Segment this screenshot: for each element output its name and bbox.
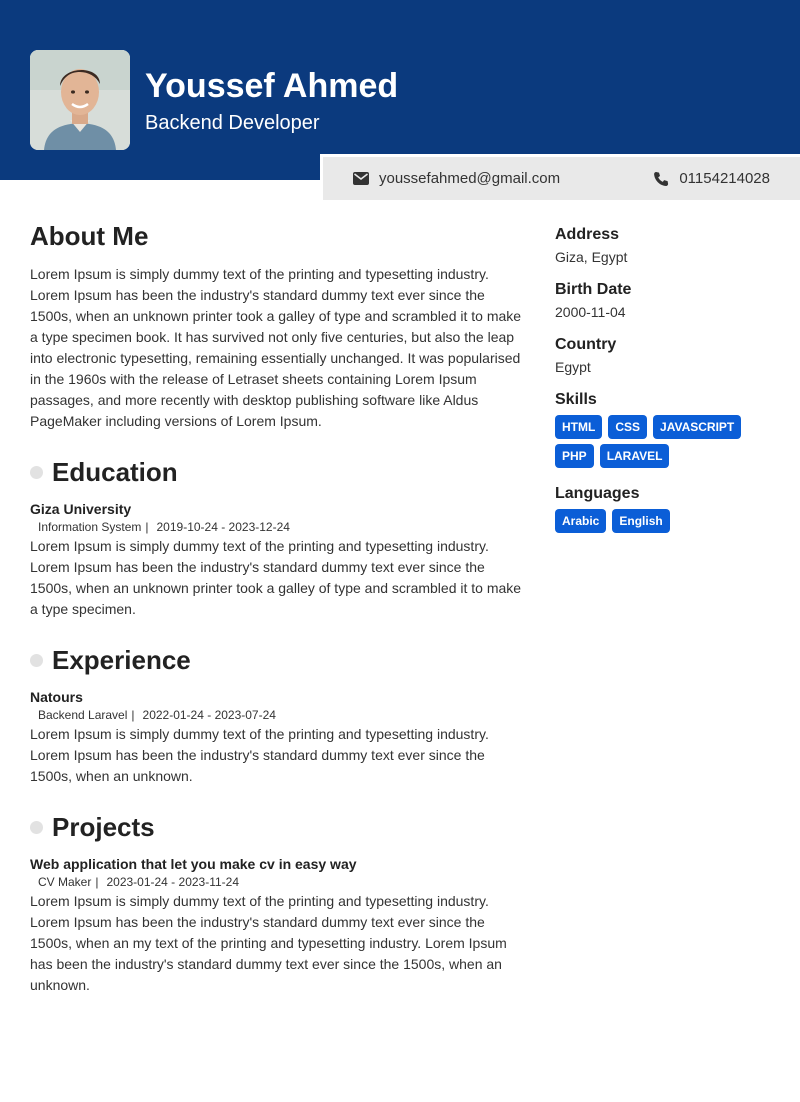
sidebar: Address Giza, Egypt Birth Date 2000-11-0… (555, 225, 775, 538)
contact-email[interactable]: youssefahmed@gmail.com (353, 157, 560, 200)
contact-phone[interactable]: 01154214028 (653, 157, 770, 200)
envelope-icon (353, 172, 369, 185)
bullet-dot-icon (30, 820, 43, 834)
bullet-dot-icon (30, 465, 43, 479)
skill-tag: PHP (555, 444, 594, 468)
project-meta: CV Maker | 2023-01-24 - 2023-11-24 (38, 875, 240, 889)
education-sub: Information System (38, 520, 142, 534)
experience-dates: 2022-01-24 - 2023-07-24 (142, 708, 276, 722)
experience-text: Lorem Ipsum is simply dummy text of the … (30, 726, 489, 784)
skill-tag: CSS (608, 415, 648, 439)
skills-label: Skills (555, 391, 597, 408)
skills-tags: HTML CSS JAVASCRIPT PHP LARAVEL (555, 415, 775, 473)
about-text: Lorem Ipsum is simply dummy text of the … (30, 266, 522, 429)
education-header: Education (30, 457, 525, 487)
profile-role: Backend Developer (145, 112, 320, 134)
bullet-dot-icon (30, 653, 43, 667)
profile-photo (30, 50, 130, 150)
projects-title: Projects (52, 812, 155, 842)
project-sub: CV Maker (38, 875, 92, 889)
skill-tag: HTML (555, 415, 603, 439)
birth-date-label: Birth Date (555, 281, 632, 298)
avatar (30, 50, 130, 150)
experience-meta: Backend Laravel | 2022-01-24 - 2023-07-24 (38, 708, 276, 722)
birth-date-value: 2000-11-04 (555, 304, 626, 320)
education-title: Education (52, 457, 178, 487)
contact-bar: youssefahmed@gmail.com 01154214028 (323, 157, 800, 200)
phone-text: 01154214028 (679, 170, 770, 187)
country-value: Egypt (555, 359, 591, 375)
language-tag: Arabic (555, 509, 607, 533)
education-dates: 2019-10-24 - 2023-12-24 (156, 520, 290, 534)
email-text: youssefahmed@gmail.com (379, 170, 561, 187)
experience-header: Experience (30, 645, 525, 675)
languages-label: Languages (555, 485, 640, 502)
project-text: Lorem Ipsum is simply dummy text of the … (30, 893, 507, 993)
address-value: Giza, Egypt (555, 249, 628, 265)
address-label: Address (555, 226, 620, 243)
about-title: About Me (30, 221, 149, 251)
project-name: Web application that let you make cv in … (30, 856, 357, 872)
experience-sub: Backend Laravel (38, 708, 128, 722)
project-dates: 2023-01-24 - 2023-11-24 (106, 875, 240, 889)
education-name: Giza University (30, 501, 132, 517)
projects-header: Projects (30, 812, 525, 842)
main-column: About Me Lorem Ipsum is simply dummy tex… (30, 220, 525, 996)
skill-tag: LARAVEL (599, 444, 670, 468)
phone-icon (654, 171, 669, 186)
language-tags: Arabic English (555, 509, 775, 538)
education-meta: Information System | 2019-10-24 - 2023-12-… (38, 520, 290, 534)
experience-title: Experience (52, 645, 191, 675)
country-label: Country (555, 336, 617, 353)
experience-name: Natours (30, 689, 83, 705)
profile-name: Youssef Ahmed (145, 67, 399, 105)
skill-tag: JAVASCRIPT (653, 415, 742, 439)
education-text: Lorem Ipsum is simply dummy text of the … (30, 538, 522, 617)
language-tag: English (612, 509, 670, 533)
